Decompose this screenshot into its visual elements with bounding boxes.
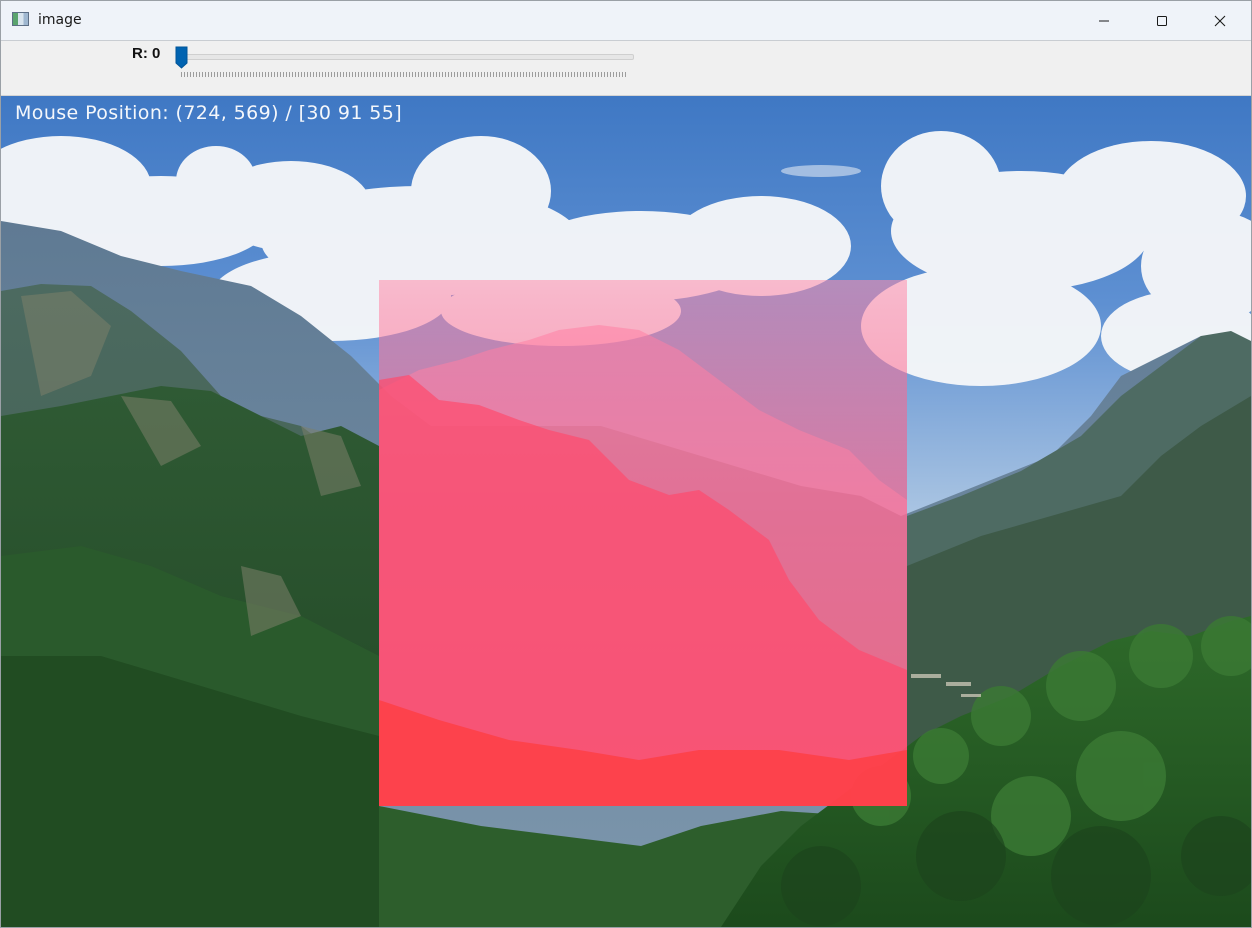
highlight-region <box>379 280 907 806</box>
title-bar[interactable]: image <box>1 1 1251 41</box>
roi-mountains <box>379 325 907 806</box>
close-button[interactable] <box>1191 1 1249 40</box>
trackbar-track[interactable] <box>181 54 634 60</box>
trackbar-ticks <box>181 72 627 77</box>
window-title: image <box>38 12 82 28</box>
mouse-position-readout: Mouse Position: (724, 569) / [30 91 55] <box>15 102 403 124</box>
image-canvas[interactable]: Mouse Position: (724, 569) / [30 91 55] <box>1 96 1251 927</box>
minimize-button[interactable] <box>1075 1 1133 40</box>
maximize-button[interactable] <box>1133 1 1191 40</box>
image-window: image R: 0 Mouse Position: (724, 569) / … <box>0 0 1252 928</box>
minimize-icon <box>1099 20 1109 21</box>
close-icon <box>1214 15 1226 26</box>
app-icon <box>12 12 29 26</box>
maximize-icon <box>1157 15 1167 26</box>
trackbar-thumb[interactable] <box>175 46 188 69</box>
trackbar-label: R: 0 <box>132 45 161 62</box>
trackbar-panel: R: 0 <box>1 41 1251 96</box>
